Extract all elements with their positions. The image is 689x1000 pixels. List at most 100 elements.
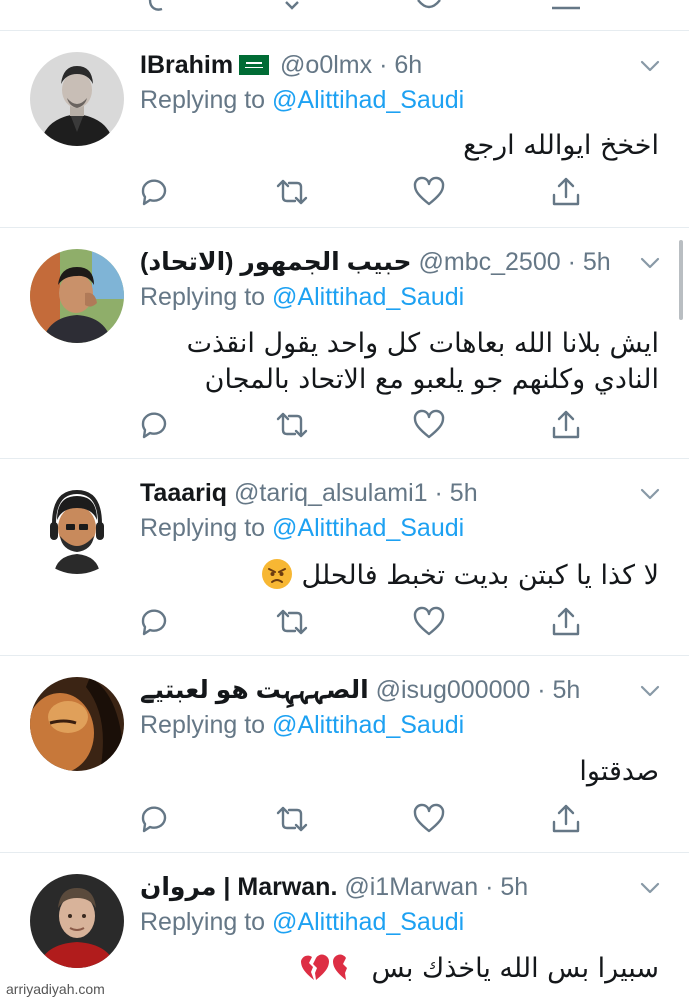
mention-link[interactable]: @Alittihad_Saudi — [272, 283, 464, 311]
tweet-actions — [0, 802, 689, 836]
timestamp[interactable]: 5h — [553, 676, 581, 704]
share-button[interactable] — [549, 408, 583, 442]
share-icon — [552, 177, 580, 206]
user-handle[interactable]: @tariq_alsulami1 — [234, 479, 428, 507]
retweet-button[interactable] — [275, 408, 309, 442]
timestamp[interactable]: 6h — [394, 51, 422, 79]
like-button[interactable] — [412, 605, 446, 639]
user-handle[interactable]: @isug000000 — [376, 676, 531, 704]
timestamp[interactable]: 5h — [583, 248, 611, 276]
retweet-icon — [276, 609, 308, 635]
tweet-header: الصہہہِت هو لعبتيے @isug000000 · 5h — [140, 673, 649, 707]
tweet-header: حبيب الجمهور (الاتحاد) @mbc_2500 · 5h — [140, 245, 649, 279]
timestamp[interactable]: 5h — [500, 873, 528, 901]
share-button[interactable] — [549, 175, 583, 209]
reply-button[interactable] — [137, 605, 171, 639]
retweet-button[interactable] — [275, 175, 309, 209]
replying-to: Replying to @Alittihad_Saudi — [140, 906, 464, 938]
display-name[interactable]: الصہہہِت هو لعبتيے — [140, 676, 369, 704]
tweet-header: مروان | Marwan. @i1Marwan · 5h — [140, 870, 649, 904]
reply-icon — [141, 806, 167, 833]
reply-button[interactable] — [137, 802, 171, 836]
like-icon — [413, 409, 445, 439]
retweet-button[interactable] — [275, 605, 309, 639]
reply-tweet-isug000000[interactable]: الصہہہِت هو لعبتيے @isug000000 · 5h Repl… — [0, 656, 689, 853]
reply-button[interactable] — [137, 175, 171, 209]
reply-tweet-mbc-2500[interactable]: حبيب الجمهور (الاتحاد) @mbc_2500 · 5h Re… — [0, 228, 689, 459]
display-name[interactable]: مروان | Marwan. — [140, 873, 337, 901]
user-handle[interactable]: @i1Marwan — [344, 873, 478, 901]
reply-tweet-taaariq[interactable]: Taaariq @tariq_alsulami1 · 5h Replying t… — [0, 459, 689, 656]
timestamp[interactable]: 5h — [450, 479, 478, 507]
replying-to: Replying to @Alittihad_Saudi — [140, 84, 464, 116]
chevron-down-icon[interactable] — [639, 483, 661, 505]
reply-icon — [141, 412, 167, 439]
replying-to: Replying to @Alittihad_Saudi — [140, 281, 464, 313]
tweet-text-content: سبيرا بس الله ياخذك بس — [371, 953, 659, 984]
like-icon — [413, 176, 445, 206]
chevron-down-icon[interactable] — [639, 680, 661, 702]
watermark: arriyadiyah.com — [6, 981, 105, 997]
mention-link[interactable]: @Alittihad_Saudi — [272, 86, 464, 114]
like-button[interactable] — [412, 408, 446, 442]
share-button[interactable] — [549, 802, 583, 836]
avatar[interactable] — [30, 677, 124, 771]
separator-dot: · — [567, 248, 576, 276]
display-name[interactable]: Taaariq — [140, 479, 227, 507]
replying-to: Replying to @Alittihad_Saudi — [140, 709, 464, 741]
angry-face-emoji-icon — [261, 559, 292, 589]
user-handle[interactable]: @mbc_2500 — [419, 248, 561, 276]
share-button[interactable] — [549, 605, 583, 639]
replying-prefix: Replying to — [140, 908, 266, 936]
tweet-text-line-1: ايش بلانا الله بعاهات كل واحد يقول انقذت — [186, 328, 659, 359]
chevron-down-icon[interactable] — [639, 877, 661, 899]
like-button[interactable] — [412, 175, 446, 209]
separator-dot: · — [434, 479, 443, 507]
profile-photo-man-dark-jacket-icon — [30, 52, 124, 146]
share-icon — [552, 410, 580, 439]
retweet-icon — [276, 179, 308, 205]
tweet-text: صدقتوا — [140, 754, 659, 790]
avatar[interactable] — [30, 874, 124, 968]
like-icon — [413, 803, 445, 833]
broken-heart-emoji-icon — [332, 954, 347, 980]
tweet-text-content: صدقتوا — [579, 756, 659, 787]
avatar[interactable] — [30, 249, 124, 343]
scrollbar[interactable] — [679, 240, 683, 320]
tweet-text-content: اخخخ ايوالله ارجع — [463, 130, 659, 161]
tweet-text-content: لا كذا يا كبتن بديت تخبط فالحلل — [301, 560, 659, 591]
tweet-header: IBrahim @o0lmx · 6h — [140, 48, 649, 82]
chevron-down-icon[interactable] — [639, 252, 661, 274]
tweet-actions — [0, 175, 689, 209]
replying-prefix: Replying to — [140, 514, 266, 542]
like-icon — [413, 606, 445, 636]
mention-link[interactable]: @Alittihad_Saudi — [272, 908, 464, 936]
display-name[interactable]: IBrahim — [140, 51, 233, 79]
share-icon — [552, 804, 580, 833]
like-button[interactable] — [412, 802, 446, 836]
saudi-flag-icon — [239, 55, 270, 75]
bitmoji-avatar-headphones-icon — [30, 480, 124, 574]
reply-icon — [141, 179, 167, 206]
user-handle[interactable]: @o0lmx — [280, 51, 372, 79]
tweet-text: ايش بلانا الله بعاهات كل واحد يقول انقذت… — [140, 326, 659, 398]
previous-actions-icons — [148, 0, 580, 11]
separator-dot: · — [537, 676, 546, 704]
mention-link[interactable]: @Alittihad_Saudi — [272, 514, 464, 542]
retweet-button[interactable] — [275, 802, 309, 836]
mention-link[interactable]: @Alittihad_Saudi — [272, 711, 464, 739]
reply-tweet-ibrahim[interactable]: IBrahim @o0lmx · 6h Replying to @Alittih… — [0, 31, 689, 228]
tweet-header: Taaariq @tariq_alsulami1 · 5h — [140, 476, 649, 510]
profile-photo-dim-icon — [30, 677, 124, 771]
separator-dot: · — [485, 873, 494, 901]
display-name[interactable]: حبيب الجمهور (الاتحاد) — [140, 248, 412, 276]
share-icon — [552, 607, 580, 636]
tweet-replies-screen: IBrahim @o0lmx · 6h Replying to @Alittih… — [0, 0, 689, 1000]
avatar[interactable] — [30, 52, 124, 146]
tweet-actions — [0, 408, 689, 442]
reply-button[interactable] — [137, 408, 171, 442]
tweet-text-line-2: النادي وكلنهم جو يلعبو مع الاتحاد بالمجا… — [204, 364, 659, 395]
reply-tweet-i1marwan[interactable]: مروان | Marwan. @i1Marwan · 5h Replying … — [0, 853, 689, 1000]
avatar[interactable] — [30, 480, 124, 574]
chevron-down-icon[interactable] — [639, 55, 661, 77]
